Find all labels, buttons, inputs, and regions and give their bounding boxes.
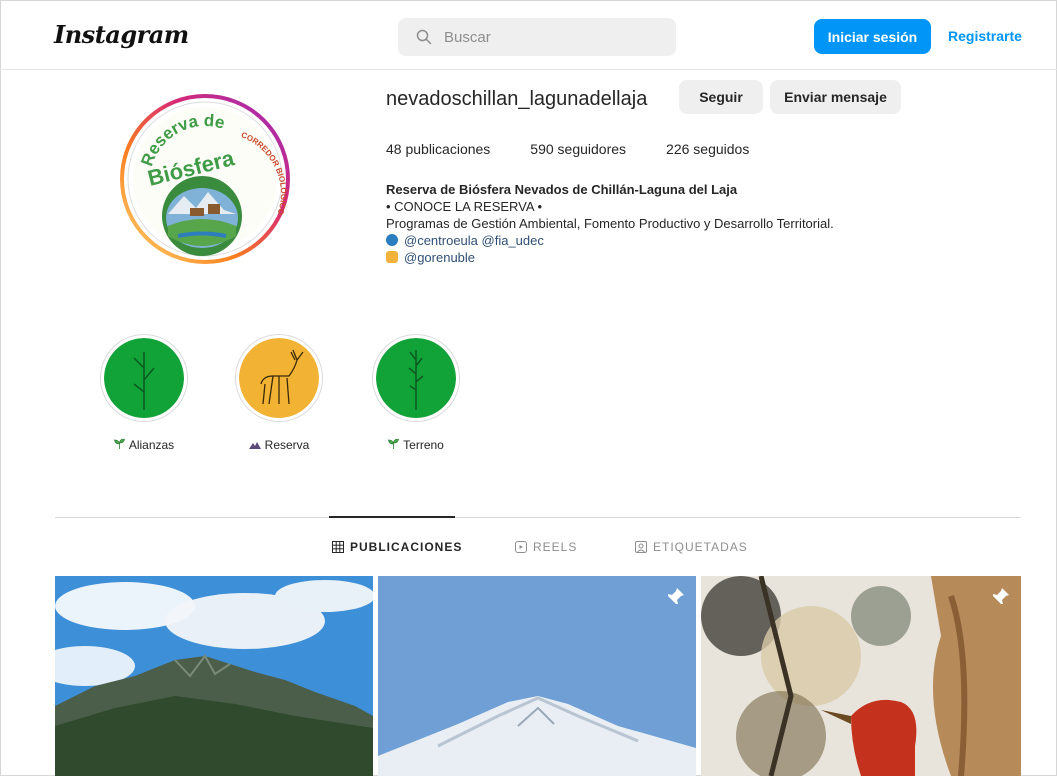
mountain-icon [248,438,261,452]
tabs-divider [55,517,1021,518]
highlight-ring [372,334,460,422]
post-thumbnail[interactable] [55,576,373,776]
profile-bio: Reserva de Biósfera Nevados de Chillán-L… [386,181,834,266]
tab-label: ETIQUETADAS [653,540,748,554]
posts-count: 48 publicaciones [386,141,491,157]
tab-publicaciones[interactable]: PUBLICACIONES [332,540,462,554]
reels-icon [515,541,527,553]
search-icon [416,29,432,45]
bio-mentions[interactable]: @centroeula @fia_udec [404,233,544,248]
bio-line: Programas de Gestión Ambiental, Fomento … [386,216,834,231]
send-message-button[interactable]: Enviar mensaje [770,80,901,114]
plant-icon [104,338,184,418]
profile-avatar[interactable]: Reserva de Biósfera CORREDOR BIOLÓGICO [120,86,290,272]
bio-line: • CONOCE LA RESERVA • [386,199,543,214]
post-image-woodpecker [701,576,1021,776]
post-image-mountain [55,576,373,776]
profile-stats: 48 publicaciones 590 seguidores 226 segu… [386,141,789,157]
plant-icon [376,338,456,418]
tab-etiquetadas[interactable]: ETIQUETADAS [635,540,748,554]
highlight-ring [100,334,188,422]
search-input[interactable] [444,28,644,46]
highlight-alianzas[interactable]: Alianzas [99,334,189,452]
tab-reels[interactable]: REELS [515,540,577,554]
tab-label: REELS [533,540,578,554]
seedling-icon [388,438,400,452]
post-thumbnail[interactable] [701,576,1021,776]
pin-icon [667,588,684,605]
post-thumbnail[interactable] [378,576,696,776]
bio-mention[interactable]: @gorenuble [404,250,475,265]
tagged-icon [635,541,647,553]
post-image-snow-peak [378,576,696,776]
instagram-logo[interactable]: Instagram [54,20,189,49]
globe-icon [386,234,398,246]
search-box[interactable] [398,18,676,56]
highlight-terreno[interactable]: Terreno [371,334,461,452]
top-navigation-bar: Instagram Iniciar sesión Registrarte [0,0,1057,70]
highlight-ring [235,334,323,422]
active-tab-indicator [329,516,455,518]
following-count[interactable]: 226 seguidos [666,141,749,157]
register-link[interactable]: Registrarte [948,28,1022,44]
bio-full-name: Reserva de Biósfera Nevados de Chillán-L… [386,182,738,197]
login-button[interactable]: Iniciar sesión [814,19,931,54]
avatar-image: Reserva de Biósfera CORREDOR BIOLÓGICO [120,94,290,264]
highlight-label: Terreno [403,438,444,452]
shield-icon [386,251,398,263]
seedling-icon [113,438,125,452]
tab-label: PUBLICACIONES [350,540,463,554]
followers-count[interactable]: 590 seguidores [530,141,626,157]
follow-button[interactable]: Seguir [679,80,763,114]
highlight-label: Reserva [264,438,310,452]
highlight-label: Alianzas [128,438,175,452]
pin-icon [992,588,1009,605]
highlight-reserva[interactable]: Reserva [234,334,324,452]
profile-username: nevadoschillan_lagunadellaja [386,88,648,110]
deer-icon [239,338,319,418]
grid-icon [332,541,344,553]
